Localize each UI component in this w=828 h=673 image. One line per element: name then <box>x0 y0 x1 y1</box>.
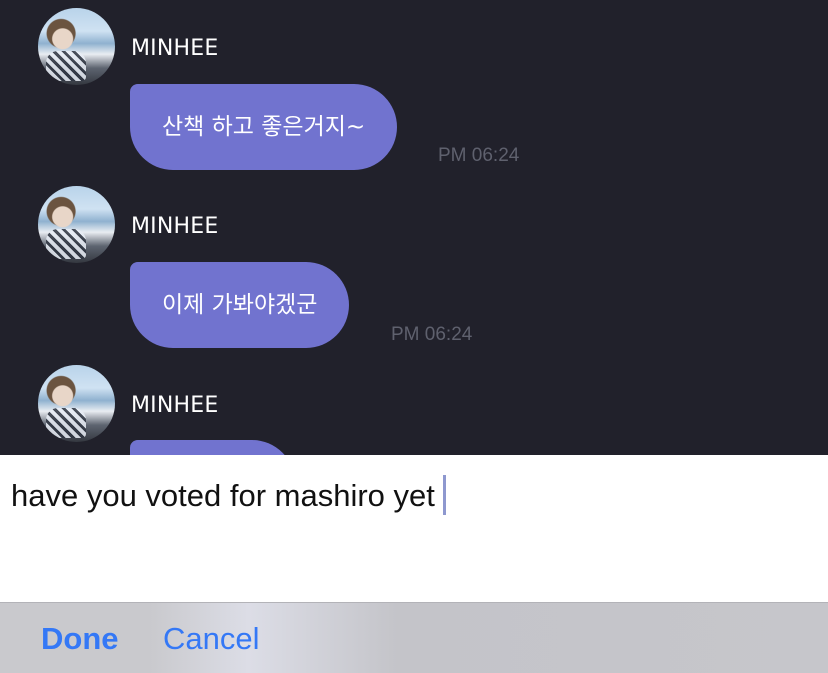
message-timestamp: PM 06:24 <box>438 145 520 166</box>
message-input[interactable]: have you voted for mashiro yet <box>11 475 446 515</box>
avatar[interactable] <box>38 8 115 85</box>
message-timestamp: PM 06:24 <box>391 324 473 345</box>
chat-view: MINHEE 산책 하고 좋은거지~ PM 06:24 MINHEE 이제 가봐… <box>0 0 828 455</box>
cancel-button[interactable]: Cancel <box>163 621 260 657</box>
message-bubble[interactable]: 이제 가봐야겠군 <box>130 262 350 348</box>
text-caret <box>442 475 446 515</box>
sender-name: MINHEE <box>131 214 219 239</box>
avatar[interactable] <box>38 365 115 442</box>
sender-name: MINHEE <box>131 36 219 61</box>
keyboard-toolbar: Done Cancel <box>0 602 828 673</box>
message-compose-area[interactable]: have you voted for mashiro yet <box>0 455 828 602</box>
message-bubble[interactable] <box>130 440 295 455</box>
done-button[interactable]: Done <box>41 621 119 657</box>
message-input-text: have you voted for mashiro yet <box>11 478 435 513</box>
sender-name: MINHEE <box>131 393 219 418</box>
avatar[interactable] <box>38 186 115 263</box>
message-bubble[interactable]: 산책 하고 좋은거지~ <box>130 84 398 170</box>
